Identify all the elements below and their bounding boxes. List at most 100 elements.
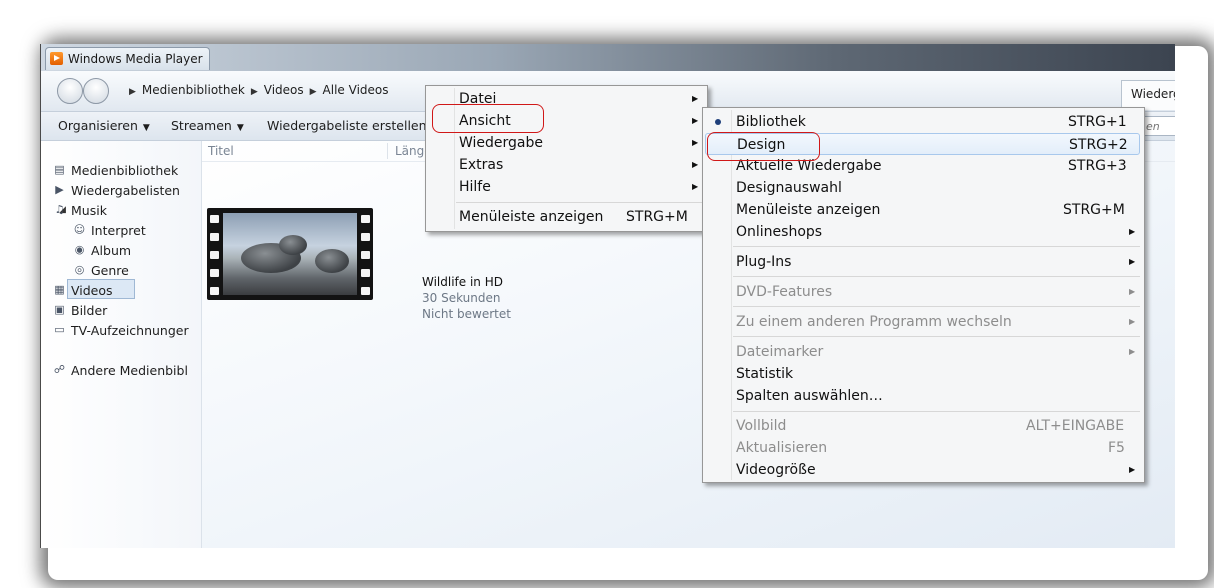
- video-icon: ▦: [54, 283, 65, 296]
- menu-item-statistics[interactable]: Statistik: [705, 363, 1140, 385]
- menu-item-label: Hilfe: [459, 179, 491, 195]
- back-button[interactable]: [57, 78, 83, 104]
- menu-item-show-menubar[interactable]: Menüleiste anzeigen STRG+M: [428, 206, 703, 228]
- menu-item-label: Menüleiste anzeigen: [459, 209, 604, 225]
- organize-button[interactable]: Organisieren ▼: [58, 118, 150, 133]
- view-submenu: Bibliothek STRG+1 Design STRG+2 Aktuelle W…: [702, 107, 1145, 483]
- menu-item-shortcut: STRG+2: [1069, 137, 1128, 153]
- menu-item-extras[interactable]: Extras ▶: [428, 154, 703, 176]
- video-rating[interactable]: Nicht bewertet: [422, 307, 511, 321]
- menu-item-library[interactable]: Bibliothek STRG+1: [705, 111, 1140, 133]
- sidebar-item-videos[interactable]: ▦ Videos: [54, 283, 112, 298]
- film-perforation: [210, 287, 219, 295]
- annotation-highlight-view: [432, 104, 544, 133]
- film-perforation: [210, 215, 219, 223]
- menu-item-shortcut: STRG+1: [1068, 114, 1127, 130]
- submenu-arrow-icon: ▶: [692, 116, 699, 125]
- breadcrumb-videos[interactable]: Videos: [264, 83, 304, 97]
- forward-button[interactable]: [83, 78, 109, 104]
- video-thumbnail[interactable]: [207, 208, 373, 300]
- menu-item-label: Wiedergabe: [459, 135, 544, 151]
- genre-icon: ◎: [74, 263, 85, 276]
- menu-item-label: DVD-Features: [736, 284, 833, 300]
- menu-item-online-stores[interactable]: Onlineshops ▶: [705, 221, 1140, 243]
- tab-play[interactable]: Wiederg: [1121, 80, 1175, 110]
- submenu-arrow-icon: ▶: [1129, 227, 1136, 236]
- menu-item-shortcut: STRG+M: [1063, 202, 1125, 218]
- submenu-arrow-icon: ▶: [692, 138, 699, 147]
- menu-item-video-size[interactable]: Videogröße ▶: [705, 459, 1140, 481]
- sidebar-item-library[interactable]: ▤ Medienbibliothek: [54, 163, 179, 178]
- stream-button[interactable]: Streamen ▼: [171, 118, 244, 133]
- menu-item-skin-chooser[interactable]: Designauswahl: [705, 177, 1140, 199]
- menu-item-label: Designauswahl: [736, 180, 842, 196]
- sidebar-item-artist[interactable]: ☺ Interpret: [74, 223, 146, 238]
- submenu-arrow-icon: ▶: [1129, 287, 1136, 296]
- menu-item-plugins[interactable]: Plug-Ins ▶: [705, 251, 1140, 273]
- film-perforation: [210, 269, 219, 277]
- sidebar-item-label: Musik: [71, 203, 107, 218]
- sidebar-item-album[interactable]: ◉ Album: [75, 243, 131, 258]
- menu-item-play[interactable]: Wiedergabe ▶: [428, 132, 703, 154]
- menu-separator: [733, 306, 1140, 307]
- menu-item-refresh[interactable]: Aktualisieren F5: [705, 437, 1140, 459]
- sidebar-item-tv[interactable]: ▭ TV-Aufzeichnunger: [54, 323, 189, 338]
- menu-separator: [733, 411, 1140, 412]
- submenu-arrow-icon: ▶: [692, 182, 699, 191]
- sidebar-item-genre[interactable]: ◎ Genre: [75, 263, 129, 278]
- menu-item-shortcut: STRG+M: [626, 209, 688, 225]
- menu-item-show-menubar[interactable]: Menüleiste anzeigen STRG+M: [705, 199, 1140, 221]
- breadcrumb-library[interactable]: Medienbibliothek: [142, 83, 245, 97]
- video-title[interactable]: Wildlife in HD: [422, 275, 503, 289]
- sidebar-item-label: TV-Aufzeichnunger: [71, 323, 189, 338]
- menu-item-label: Videogröße: [736, 462, 816, 478]
- search-input[interactable]: en: [1141, 116, 1175, 136]
- film-perforation: [210, 251, 219, 259]
- picture-icon: ▣: [54, 303, 65, 316]
- video-duration: 30 Sekunden: [422, 291, 501, 305]
- menu-item-choose-columns[interactable]: Spalten auswählen…: [705, 385, 1140, 407]
- organize-label: Organisieren: [58, 118, 138, 133]
- menu-item-label: Dateimarker: [736, 344, 824, 360]
- sidebar-item-label: Wiedergabelisten: [71, 183, 180, 198]
- window-title-tab[interactable]: Windows Media Player: [45, 47, 210, 70]
- menu-item-shortcut: STRG+3: [1068, 158, 1127, 174]
- tv-icon: ▭: [54, 323, 65, 336]
- artist-icon: ☺: [73, 223, 86, 236]
- menu-item-label: Extras: [459, 157, 504, 173]
- sidebar-item-pictures[interactable]: ▣ Bilder: [54, 303, 107, 318]
- film-perforation: [210, 233, 219, 241]
- sidebar-item-other-libraries[interactable]: ☍ Andere Medienbibl: [54, 363, 188, 378]
- menu-item-help[interactable]: Hilfe ▶: [428, 176, 703, 198]
- create-playlist-button[interactable]: Wiedergabeliste erstellen: [267, 118, 427, 133]
- chevron-down-icon: ▼: [142, 123, 150, 133]
- menu-item-label: Menüleiste anzeigen: [736, 202, 881, 218]
- menu-item-fullscreen[interactable]: Vollbild ALT+EINGABE: [705, 415, 1140, 437]
- navigation-pane: ▤ Medienbibliothek ▶ Wiedergabelisten ◢ ♫ M…: [41, 141, 202, 548]
- film-perforation: [361, 251, 370, 259]
- menu-item-shortcut: ALT+EINGABE: [1026, 418, 1125, 434]
- sidebar-item-label: Genre: [91, 263, 129, 278]
- sidebar-item-label: Andere Medienbibl: [71, 363, 188, 378]
- menu-item-file-markers[interactable]: Dateimarker ▶: [705, 341, 1140, 363]
- column-title[interactable]: Titel: [208, 144, 234, 158]
- seal-shape: [315, 249, 349, 273]
- column-divider: [387, 143, 388, 159]
- menu-item-label: Vollbild: [736, 418, 787, 434]
- sidebar-item-music[interactable]: ♫ Musik: [55, 203, 107, 218]
- chevron-right-icon: ▶: [250, 87, 258, 97]
- menu-separator: [456, 202, 703, 203]
- menu-separator: [733, 246, 1140, 247]
- chevron-right-icon: ▶: [129, 87, 136, 97]
- other-library-icon: ☍: [53, 363, 66, 376]
- menu-item-dvd-features[interactable]: DVD-Features ▶: [705, 281, 1140, 303]
- sidebar-item-playlists[interactable]: ▶ Wiedergabelisten: [55, 183, 180, 198]
- submenu-arrow-icon: ▶: [1129, 317, 1136, 326]
- library-icon: ▤: [54, 163, 65, 176]
- menu-item-switch-program[interactable]: Zu einem anderen Programm wechseln ▶: [705, 311, 1140, 333]
- sidebar-item-label: Interpret: [91, 223, 146, 238]
- breadcrumb-all-videos[interactable]: Alle Videos: [323, 83, 389, 97]
- film-perforation: [361, 233, 370, 241]
- sidebar-item-label: Medienbibliothek: [71, 163, 179, 178]
- film-perforation: [361, 287, 370, 295]
